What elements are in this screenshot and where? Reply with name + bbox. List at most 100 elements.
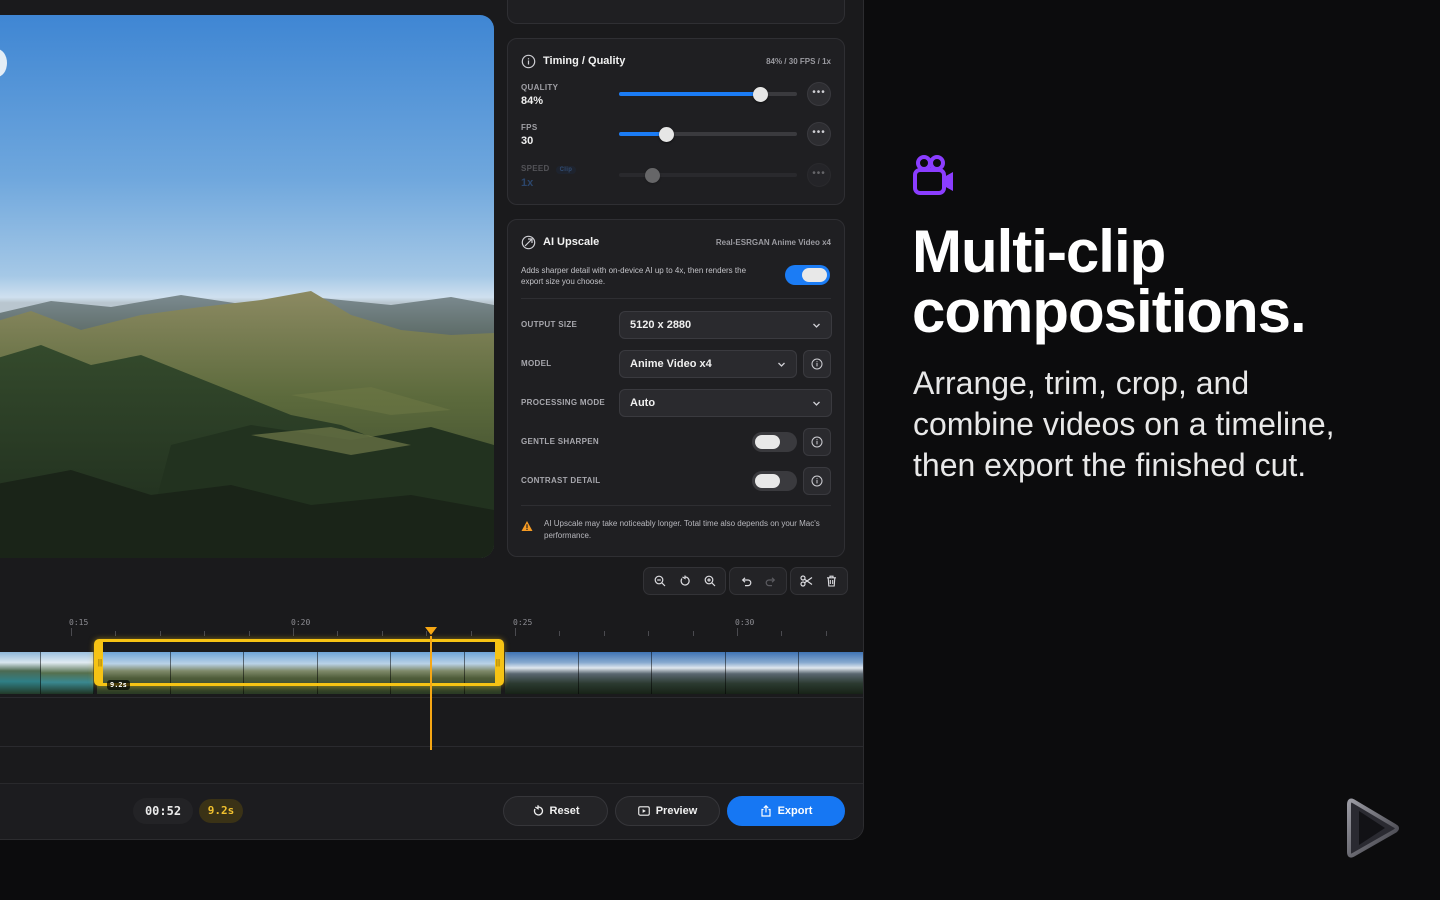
clip-lake[interactable] (0, 652, 94, 694)
speed-slider[interactable] (619, 168, 797, 183)
timing-card-header: Timing / Quality 84% / 30 FPS / 1x (521, 53, 831, 69)
speed-value: 1x (521, 177, 534, 189)
ruler-tick (115, 631, 117, 636)
ruler-tick (603, 631, 605, 636)
chevron-down-icon (812, 399, 821, 408)
contrast-detail-row: CONTRAST DETAIL (521, 467, 831, 495)
ruler-tick (825, 631, 827, 636)
contrast-detail-toggle[interactable] (752, 471, 797, 491)
warning-text: AI Upscale may take noticeably longer. T… (544, 519, 820, 540)
clip-frame (41, 652, 94, 694)
divider (521, 505, 831, 506)
contrast-detail-label: CONTRAST DETAIL (521, 476, 601, 485)
preview-label: Preview (655, 805, 698, 817)
zoom-in-button[interactable] (697, 570, 722, 592)
ruler-tick (692, 631, 694, 636)
timecode: 00:52 (133, 798, 193, 824)
timing-card-title: Timing / Quality (543, 55, 626, 67)
delete-button[interactable] (819, 570, 844, 592)
ruler-tick (515, 628, 516, 636)
fps-more-button[interactable]: ••• (807, 122, 831, 146)
ruler-tick (337, 631, 339, 636)
reset-icon (532, 805, 544, 817)
model-select[interactable]: Anime Video x4 (619, 350, 797, 378)
headline-line-1: Multi-clip (912, 218, 1166, 285)
zoom-out-button[interactable] (647, 570, 672, 592)
model-info-button[interactable] (803, 350, 831, 378)
selected-clip-outline[interactable]: || || (94, 639, 504, 686)
ruler-tick (470, 631, 472, 636)
processing-mode-value: Auto (630, 397, 656, 409)
export-label: Export (777, 805, 813, 817)
clip-frame (578, 652, 652, 694)
ruler-tick (293, 628, 294, 636)
ruler-tick (737, 628, 738, 636)
processing-mode-select[interactable]: Auto (619, 389, 832, 417)
split-button[interactable] (794, 570, 819, 592)
clip-frame (652, 652, 726, 694)
quality-slider-knob[interactable] (753, 87, 768, 102)
chevron-down-icon (777, 360, 786, 369)
edit-controls (790, 567, 848, 595)
gentle-sharpen-label: GENTLE SHARPEN (521, 437, 599, 446)
toggle-knob (755, 474, 780, 488)
tick-label: 0:25 (513, 618, 533, 627)
trim-handle-right[interactable]: || (495, 642, 501, 683)
reset-button[interactable]: Reset (503, 796, 608, 826)
quality-slider[interactable] (619, 87, 797, 102)
output-size-select[interactable]: 5120 x 2880 (619, 311, 832, 339)
upscale-warning: AI Upscale may take noticeably longer. T… (521, 518, 831, 542)
headline-line-2: compositions. (912, 278, 1307, 345)
clip-alpine-peaks[interactable] (505, 652, 863, 694)
toggle-knob (755, 435, 780, 449)
export-button[interactable]: Export (727, 796, 845, 826)
model-label: MODEL (521, 359, 552, 368)
quality-more-button[interactable]: ••• (807, 82, 831, 106)
clip-frame (799, 652, 863, 694)
gentle-sharpen-toggle[interactable] (752, 432, 797, 452)
playhead[interactable] (430, 636, 432, 750)
info-icon (811, 436, 823, 448)
reset-label: Reset (549, 805, 580, 817)
speed-slider-knob[interactable] (645, 168, 660, 183)
fps-slider-knob[interactable] (659, 127, 674, 142)
fps-slider[interactable] (619, 127, 797, 142)
processing-mode-row: PROCESSING MODE Auto (521, 389, 832, 417)
warning-icon (521, 520, 533, 532)
divider (521, 298, 831, 299)
ai-upscale-toggle[interactable] (785, 265, 830, 285)
tick-label: 0:15 (69, 618, 89, 627)
quality-row: QUALITY 84% ••• (521, 82, 831, 113)
output-size-row: OUTPUT SIZE 5120 x 2880 (521, 311, 832, 339)
zoom-out-icon (654, 575, 665, 587)
info-icon (811, 475, 823, 487)
undo-icon (741, 577, 751, 587)
redo-button[interactable] (758, 570, 783, 592)
reset-zoom-button[interactable] (672, 570, 697, 592)
ruler-tick (204, 631, 206, 636)
play-logo-icon (1345, 797, 1401, 859)
subcopy: Arrange, trim, crop, and combine videos … (913, 365, 1335, 483)
upscale-icon (521, 235, 536, 250)
timing-card-summary: 84% / 30 FPS / 1x (766, 56, 831, 66)
undo-button[interactable] (733, 570, 758, 592)
playhead-handle[interactable] (425, 627, 437, 635)
trim-handle-left[interactable]: || (97, 642, 103, 683)
speed-more-button[interactable]: ••• (807, 163, 831, 187)
video-preview[interactable] (0, 15, 494, 558)
history-controls (729, 567, 787, 595)
fps-value: 30 (521, 135, 534, 147)
contrast-detail-info-button[interactable] (803, 467, 831, 495)
timing-quality-card: Timing / Quality 84% / 30 FPS / 1x QUALI… (507, 38, 845, 205)
gentle-sharpen-row: GENTLE SHARPEN (521, 428, 831, 456)
headline: Multi-clip compositions. (912, 222, 1412, 342)
info-icon (811, 358, 823, 370)
gentle-sharpen-info-button[interactable] (803, 428, 831, 456)
fps-label: FPS (521, 123, 538, 132)
preview-button[interactable]: Preview (615, 796, 720, 826)
clip-badge: Clip (555, 166, 577, 174)
ruler-tick (648, 631, 650, 636)
empty-track[interactable] (0, 699, 863, 747)
processing-mode-label: PROCESSING MODE (521, 398, 606, 407)
output-size-value: 5120 x 2880 (630, 319, 692, 331)
